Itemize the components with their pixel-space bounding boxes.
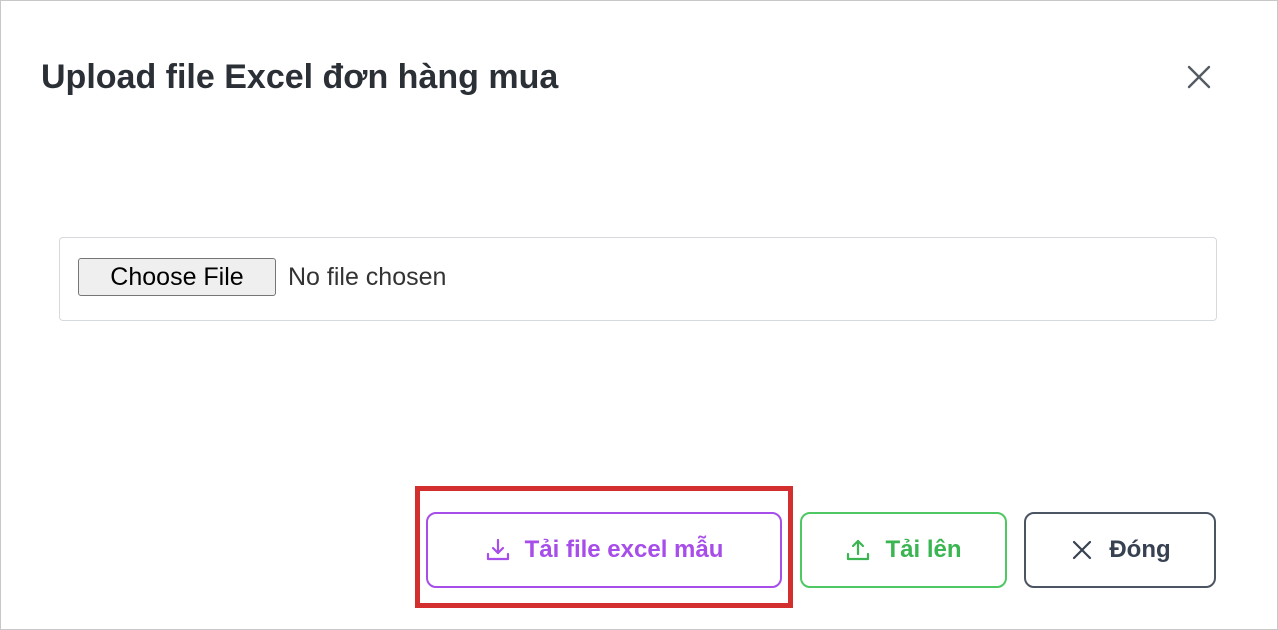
upload-button[interactable]: Tải lên <box>800 512 1007 588</box>
upload-icon <box>845 537 871 563</box>
upload-excel-modal: Upload file Excel đơn hàng mua Choose Fi… <box>0 0 1278 630</box>
close-icon[interactable] <box>1181 59 1217 95</box>
download-template-label: Tải file excel mẫu <box>524 536 724 563</box>
close-icon-graphic <box>1187 65 1211 89</box>
file-input-container: Choose File No file chosen <box>59 237 1217 321</box>
close-label: Đóng <box>1109 536 1171 563</box>
download-icon <box>485 537 511 563</box>
x-icon <box>1069 537 1095 563</box>
download-template-button[interactable]: Tải file excel mẫu <box>426 512 782 588</box>
close-button[interactable]: Đóng <box>1024 512 1216 588</box>
choose-file-button[interactable]: Choose File <box>78 258 276 296</box>
modal-title: Upload file Excel đơn hàng mua <box>41 58 559 96</box>
upload-label: Tải lên <box>885 536 962 563</box>
file-status-text: No file chosen <box>288 263 447 291</box>
